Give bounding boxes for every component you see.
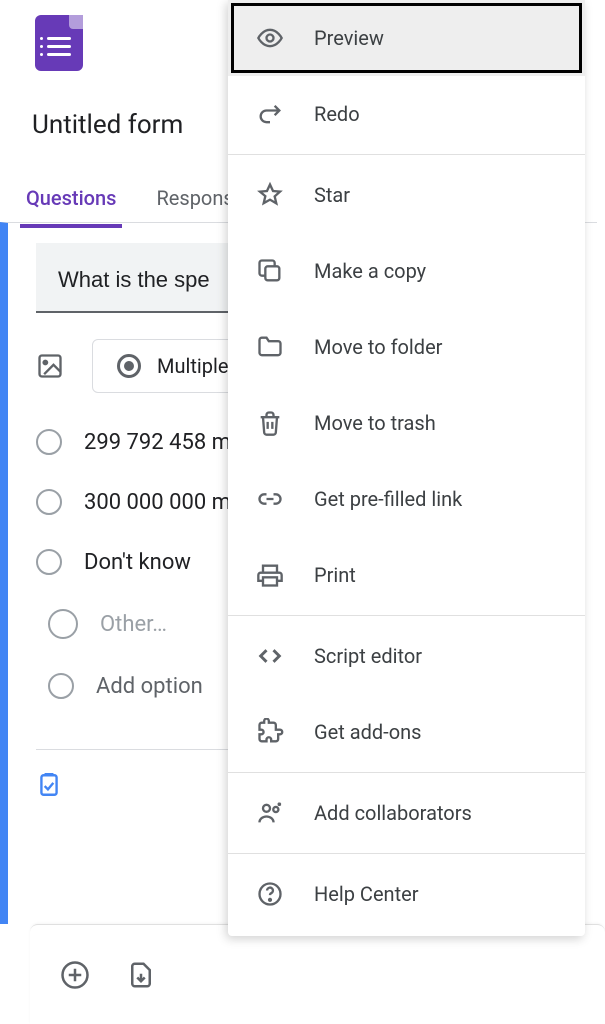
radio-outline-icon bbox=[48, 673, 74, 699]
menu-star[interactable]: Star bbox=[228, 157, 585, 233]
menu-label: Get pre-filled link bbox=[314, 487, 462, 511]
people-icon bbox=[256, 799, 284, 827]
help-icon bbox=[256, 880, 284, 908]
menu-prefilled-link[interactable]: Get pre-filled link bbox=[228, 461, 585, 537]
menu-label: Preview bbox=[314, 26, 384, 50]
answer-key-icon[interactable] bbox=[36, 772, 62, 798]
menu-preview[interactable]: Preview bbox=[228, 0, 585, 76]
menu-help[interactable]: Help Center bbox=[228, 856, 585, 932]
form-title[interactable]: Untitled form bbox=[32, 110, 183, 140]
menu-addons[interactable]: Get add-ons bbox=[228, 694, 585, 770]
question-toolbar bbox=[30, 924, 605, 1024]
option-label: 299 792 458 m/s bbox=[84, 430, 251, 455]
link-icon bbox=[256, 485, 284, 513]
menu-label: Get add-ons bbox=[314, 720, 421, 744]
menu-copy[interactable]: Make a copy bbox=[228, 233, 585, 309]
menu-divider bbox=[228, 853, 585, 854]
menu-divider bbox=[228, 154, 585, 155]
menu-label: Star bbox=[314, 183, 350, 207]
menu-divider bbox=[228, 772, 585, 773]
redo-icon bbox=[256, 100, 284, 128]
eye-icon bbox=[256, 24, 284, 52]
menu-label: Move to folder bbox=[314, 335, 442, 359]
print-icon bbox=[256, 561, 284, 589]
add-image-icon[interactable] bbox=[36, 352, 64, 380]
tab-questions[interactable]: Questions bbox=[20, 180, 122, 228]
other-label: Other… bbox=[100, 612, 167, 637]
option-label: 300 000 000 m/s bbox=[84, 490, 251, 515]
option-label: Don't know bbox=[84, 550, 191, 575]
tabs: Questions Responses bbox=[20, 180, 261, 228]
menu-trash[interactable]: Move to trash bbox=[228, 385, 585, 461]
menu-redo[interactable]: Redo bbox=[228, 76, 585, 152]
add-option-label: Add option bbox=[96, 674, 203, 699]
extension-icon bbox=[256, 718, 284, 746]
code-icon bbox=[256, 642, 284, 670]
folder-icon bbox=[256, 333, 284, 361]
menu-print[interactable]: Print bbox=[228, 537, 585, 613]
copy-icon bbox=[256, 257, 284, 285]
forms-logo bbox=[35, 15, 83, 71]
menu-label: Add collaborators bbox=[314, 801, 472, 825]
menu-label: Make a copy bbox=[314, 259, 426, 283]
menu-label: Script editor bbox=[314, 644, 422, 668]
star-icon bbox=[256, 181, 284, 209]
radio-icon bbox=[117, 354, 141, 378]
menu-script-editor[interactable]: Script editor bbox=[228, 618, 585, 694]
menu-label: Help Center bbox=[314, 882, 419, 906]
menu-label: Print bbox=[314, 563, 356, 587]
add-question-icon[interactable] bbox=[60, 960, 90, 990]
trash-icon bbox=[256, 409, 284, 437]
menu-label: Move to trash bbox=[314, 411, 436, 435]
radio-outline-icon bbox=[36, 489, 62, 515]
overflow-menu: Preview Redo Star Make a copy Move to fo… bbox=[228, 0, 585, 936]
import-questions-icon[interactable] bbox=[126, 960, 156, 990]
radio-outline-icon bbox=[36, 429, 62, 455]
menu-move-folder[interactable]: Move to folder bbox=[228, 309, 585, 385]
menu-divider bbox=[228, 615, 585, 616]
radio-outline-icon bbox=[48, 609, 78, 639]
menu-collaborators[interactable]: Add collaborators bbox=[228, 775, 585, 851]
radio-outline-icon bbox=[36, 549, 62, 575]
menu-label: Redo bbox=[314, 102, 360, 126]
